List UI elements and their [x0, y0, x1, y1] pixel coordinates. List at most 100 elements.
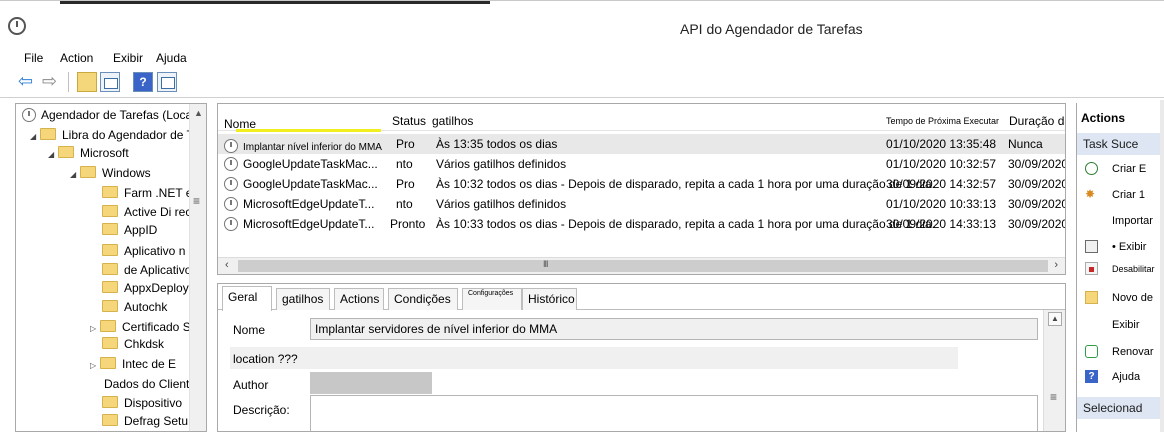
scroll-right-arrow-icon[interactable]: ›	[1054, 259, 1058, 271]
tab-history[interactable]: Histórico	[522, 288, 577, 310]
clock-icon	[224, 217, 238, 231]
action-label: Criar E	[1112, 163, 1147, 175]
expand-arrow-icon[interactable]: ▷	[90, 361, 100, 370]
name-label: Nome	[233, 323, 266, 337]
tree-item-aplicativo[interactable]: Aplicativo n	[102, 244, 185, 258]
task-name-field[interactable]: Implantar servidores de nível inferior d…	[310, 318, 1038, 340]
task-status: Pro	[396, 137, 415, 151]
table-row[interactable]: MicrosoftEdgeUpdateT... Pronto Às 10:33 …	[218, 214, 1065, 234]
tree-item-label: Certificado S	[122, 320, 191, 334]
folder-icon	[80, 166, 96, 178]
tab-general[interactable]: Geral	[222, 286, 272, 311]
tab-conditions[interactable]: Condições	[388, 288, 458, 310]
menu-file[interactable]: File	[24, 51, 43, 65]
action-display-running[interactable]: • Exibir	[1077, 237, 1164, 259]
author-field[interactable]	[310, 372, 432, 394]
tree-item-appxdeploy[interactable]: AppxDeploy	[102, 281, 189, 295]
tree-item-intec[interactable]: ▷ Intec de E	[90, 357, 176, 371]
tree-item-label: Defrag Setu	[124, 414, 189, 428]
action-disable[interactable]: Desabilitar	[1077, 259, 1164, 281]
task-name-cell: MicrosoftEdgeUpdateT...	[224, 217, 374, 231]
scroll-grip-icon[interactable]: ≡	[1050, 390, 1057, 404]
folder-icon	[102, 205, 118, 217]
show-hide-console-tree-icon[interactable]	[100, 72, 120, 92]
task-name: Implantar nível inferior do MMA	[243, 142, 382, 153]
menu-view[interactable]: Exibir	[113, 51, 143, 65]
menu-help[interactable]: Ajuda	[156, 51, 187, 65]
collapse-arrow-icon[interactable]: ◢	[30, 132, 40, 141]
tree-library[interactable]: ◢ Libra do Agendador de Tarefas	[30, 128, 206, 142]
task-name-cell: MicrosoftEdgeUpdateT...	[224, 197, 374, 211]
back-arrow-icon[interactable]: ⇦	[18, 72, 38, 92]
task-trigger: Vários gatilhos definidos	[436, 197, 567, 211]
tree-item-microsoft[interactable]: ◢ Microsoft	[48, 146, 129, 160]
collapse-arrow-icon[interactable]: ◢	[70, 170, 80, 179]
task-list-hscrollbar[interactable]: ‹ III ›	[218, 257, 1065, 274]
tab-triggers[interactable]: gatilhos	[276, 288, 330, 310]
details-scrollbar[interactable]: ▲ ≡	[1043, 310, 1065, 431]
tree-item-dotnet[interactable]: Farm .NET e	[102, 186, 192, 200]
tab-actions[interactable]: Actions	[334, 288, 384, 310]
create-task-icon	[1085, 162, 1098, 175]
tree-item-certificado[interactable]: ▷ Certificado S	[90, 320, 191, 334]
scroll-grip-icon[interactable]: ≡	[193, 194, 200, 208]
folder-icon	[102, 414, 118, 426]
description-field[interactable]	[310, 395, 1038, 431]
table-row[interactable]: Implantar nível inferior do MMA Pro Às 1…	[218, 134, 1065, 154]
action-view[interactable]: Exibir	[1077, 315, 1164, 337]
task-trigger: Às 10:33 todos os dias - Depois de dispa…	[436, 217, 935, 231]
tree-item-chkdsk[interactable]: Chkdsk	[102, 337, 164, 351]
scroll-left-arrow-icon[interactable]: ‹	[225, 259, 229, 271]
task-list[interactable]: Nome Status gatilhos Tempo de Próxima Ex…	[217, 103, 1066, 275]
tree-root[interactable]: Agendador de Tarefas (Local)	[22, 108, 199, 122]
forward-arrow-icon[interactable]: ⇨	[42, 72, 62, 92]
tree-item-appid[interactable]: AppID	[102, 223, 157, 237]
table-row[interactable]: GoogleUpdateTaskMac... nto Vários gatilh…	[218, 154, 1065, 174]
scroll-up-arrow-icon[interactable]: ▲	[1048, 312, 1062, 326]
tree-item-de-aplicativo[interactable]: de Aplicativo	[102, 263, 191, 277]
tree-item-windows[interactable]: ◢ Windows	[70, 166, 151, 180]
scroll-up-arrow-icon[interactable]: ▲	[194, 108, 203, 118]
column-header-triggers[interactable]: gatilhos	[432, 114, 473, 128]
tree-item-label: Chkdsk	[124, 337, 165, 351]
action-new-folder[interactable]: Novo de	[1077, 288, 1164, 310]
tree-item-label: Dispositivo	[124, 396, 183, 410]
toolbar: ⇦ ⇨ ?	[0, 68, 1164, 98]
expand-arrow-icon[interactable]: ▷	[90, 324, 100, 333]
task-scheduler-icon	[8, 17, 26, 35]
folder-icon	[102, 281, 118, 293]
scroll-thumb[interactable]	[238, 260, 1048, 272]
task-trigger: Vários gatilhos definidos	[436, 157, 567, 171]
help-icon[interactable]: ?	[133, 72, 153, 92]
action-label: Importar	[1112, 215, 1153, 227]
table-row[interactable]: GoogleUpdateTaskMac... Pro Às 10:32 todo…	[218, 174, 1065, 194]
action-refresh[interactable]: Renovar	[1077, 342, 1164, 364]
task-name: GoogleUpdateTaskMac...	[243, 157, 378, 171]
tree-scrollbar[interactable]: ▲ ≡	[189, 104, 206, 431]
menu-action[interactable]: Action	[60, 51, 93, 65]
action-import[interactable]: Importar	[1077, 211, 1164, 233]
tab-settings[interactable]: Configurações	[462, 288, 522, 310]
title-bar-accent	[60, 1, 490, 4]
tree-item-autochk[interactable]: Autochk	[102, 300, 167, 314]
column-header-status[interactable]: Status	[392, 114, 426, 128]
actions-section-selected[interactable]: Selecionad	[1077, 397, 1164, 419]
column-header-last-run[interactable]: Duração da última execução	[1009, 114, 1065, 128]
console-tree[interactable]: Agendador de Tarefas (Local) ◢ Libra do A…	[15, 103, 207, 432]
tree-item-defrag[interactable]: Defrag Setu	[102, 414, 188, 428]
column-header-next-run[interactable]: Tempo de Próxima Executar	[886, 116, 999, 126]
tree-item-dados-do-cliente[interactable]: Dados do Cliente	[104, 377, 196, 391]
folder-icon	[102, 300, 118, 312]
task-status: Pronto	[390, 217, 426, 231]
action-help[interactable]: ? Ajuda	[1077, 367, 1164, 389]
action-create-task[interactable]: ✸ Criar 1	[1077, 185, 1164, 207]
tree-item-active-directory[interactable]: Active Di rec	[102, 205, 191, 219]
table-row[interactable]: MicrosoftEdgeUpdateT... nto Vários gatil…	[218, 194, 1065, 214]
tree-item-dispositivo[interactable]: Dispositivo	[102, 396, 182, 410]
collapse-arrow-icon[interactable]: ◢	[48, 150, 58, 159]
show-hide-action-pane-icon[interactable]	[157, 72, 177, 92]
action-create-basic-task[interactable]: Criar E	[1077, 159, 1164, 181]
up-folder-icon[interactable]	[77, 72, 97, 92]
actions-section-task[interactable]: Task Suce	[1077, 133, 1164, 155]
task-last-run: Nunca	[1008, 137, 1043, 151]
